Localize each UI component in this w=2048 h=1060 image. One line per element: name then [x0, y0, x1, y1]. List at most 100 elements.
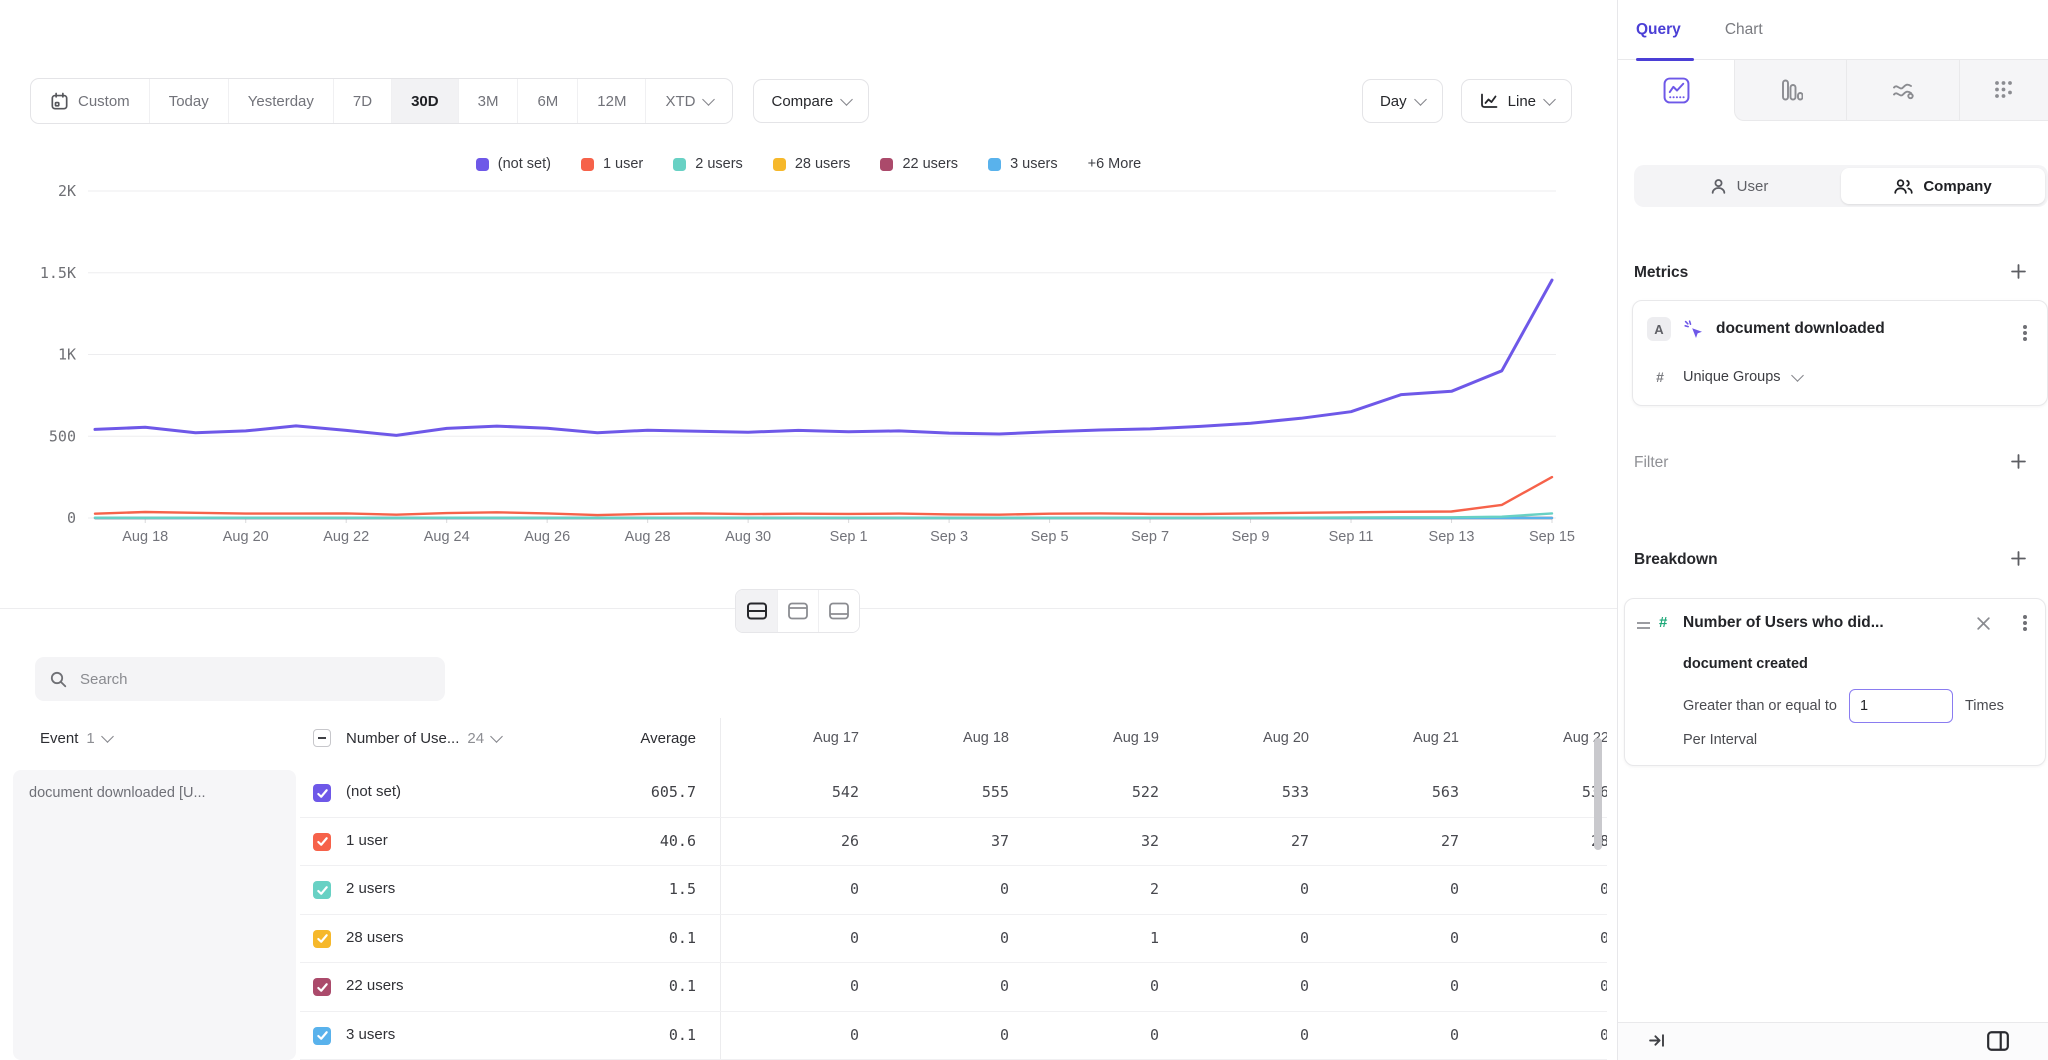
sidebar-tabs: Query Chart [1618, 0, 2048, 60]
legend-item[interactable]: 22 users [880, 156, 958, 172]
value-cell: 0 [1316, 880, 1466, 898]
row-checkbox[interactable] [313, 833, 331, 851]
svg-text:1K: 1K [58, 346, 76, 364]
breakdown-hash-icon: # [1659, 614, 1667, 631]
scatter-chart-type-button[interactable] [1959, 60, 2048, 121]
date-column-header[interactable]: Aug 21 [1316, 712, 1466, 769]
legend-label: 1 user [603, 156, 643, 172]
range-label: 6M [537, 93, 558, 110]
legend-color-chip [773, 158, 786, 171]
add-breakdown-button[interactable] [2009, 549, 2028, 571]
range-label: 12M [597, 93, 626, 110]
range-yesterday[interactable]: Yesterday [228, 79, 333, 123]
interval-label[interactable]: Per Interval [1683, 732, 1757, 748]
flow-chart-type-button[interactable] [1846, 60, 1959, 121]
remove-breakdown-button[interactable] [1974, 614, 1993, 636]
legend-item[interactable]: 28 users [773, 156, 851, 172]
range-12m[interactable]: 12M [577, 79, 645, 123]
value-cell: 0 [716, 1026, 866, 1044]
metric-measure-selector[interactable]: # Unique Groups [1649, 369, 1802, 385]
legend-more-button[interactable]: +6 More [1088, 156, 1142, 172]
svg-text:500: 500 [49, 427, 76, 445]
date-column-header[interactable]: Aug 18 [866, 712, 1016, 769]
row-checkbox[interactable] [313, 881, 331, 899]
row-checkbox[interactable] [313, 978, 331, 996]
user-icon [1710, 178, 1727, 195]
series-column-header[interactable]: Number of Use... 24 [346, 730, 501, 747]
range-custom[interactable]: Custom [31, 79, 149, 123]
range-today[interactable]: Today [149, 79, 228, 123]
legend-item[interactable]: (not set) [476, 156, 551, 172]
table-focus-view-button[interactable] [818, 590, 859, 632]
table-row: 2 users1.5002000 [300, 866, 1607, 915]
tab-query[interactable]: Query [1636, 21, 1681, 39]
split-view-button[interactable] [736, 590, 777, 632]
range-xtd[interactable]: XTD [645, 79, 732, 123]
metric-card-header: A document downloaded [1647, 317, 1885, 341]
series-line--not-set- [95, 280, 1552, 435]
legend-label: 28 users [795, 156, 851, 172]
average-value: 40.6 [605, 832, 696, 850]
chevron-down-icon [840, 93, 853, 106]
entity-option-user[interactable]: User [1637, 168, 1841, 204]
date-column-header[interactable]: Aug 20 [1166, 712, 1316, 769]
granularity-button[interactable]: Day [1362, 79, 1443, 123]
add-filter-button[interactable] [2009, 452, 2028, 474]
chart-type-selector [1618, 60, 2048, 121]
row-checkbox[interactable] [313, 784, 331, 802]
add-metric-button[interactable] [2009, 262, 2028, 284]
series-label: 22 users [346, 977, 404, 994]
drag-handle-icon[interactable] [1637, 622, 1650, 624]
select-all-checkbox[interactable] [313, 729, 331, 747]
tab-chart[interactable]: Chart [1725, 21, 1763, 39]
compare-button[interactable]: Compare [753, 79, 869, 123]
legend-item[interactable]: 2 users [673, 156, 743, 172]
svg-text:Sep 15: Sep 15 [1529, 529, 1575, 545]
range-7d[interactable]: 7D [333, 79, 391, 123]
chart-type-button[interactable]: Line [1461, 79, 1572, 123]
metric-menu-kebab-icon[interactable] [2023, 331, 2027, 335]
chart-focus-view-button[interactable] [777, 590, 818, 632]
table-header-row: Event 1 Number of Use... 24 Average Aug … [0, 712, 1607, 769]
series-label: 2 users [346, 880, 395, 897]
vertical-scrollbar[interactable] [1594, 738, 1602, 850]
row-checkbox[interactable] [313, 930, 331, 948]
metric-card[interactable]: A document downloaded # Unique Groups [1632, 300, 2048, 406]
svg-text:Sep 9: Sep 9 [1232, 529, 1270, 545]
table-row: (not set)605.7542555522533563536 [300, 769, 1607, 818]
range-30d[interactable]: 30D [391, 79, 458, 123]
svg-text:Sep 3: Sep 3 [930, 529, 968, 545]
legend-label: 22 users [902, 156, 958, 172]
value-cell: 0 [1166, 1026, 1316, 1044]
event-name-cell[interactable]: document downloaded [U... [13, 770, 296, 1060]
legend-item[interactable]: 3 users [988, 156, 1058, 172]
value-cell: 0 [1466, 880, 1607, 898]
value-cell: 28 [1466, 832, 1607, 850]
breakdown-event-name[interactable]: document created [1683, 656, 1808, 672]
value-cell: 0 [1466, 977, 1607, 995]
line-chart-type-button[interactable] [1618, 60, 1734, 121]
value-cell: 0 [866, 880, 1016, 898]
search-input[interactable] [78, 670, 402, 689]
average-column-header: Average [605, 730, 696, 747]
date-column-header[interactable]: Aug 19 [1016, 712, 1166, 769]
date-column-header[interactable]: Aug 22 [1466, 712, 1607, 769]
legend-item[interactable]: 1 user [581, 156, 643, 172]
condition-value-input[interactable] [1849, 689, 1953, 723]
line-chart[interactable]: 05001K1.5K2KAug 18Aug 20Aug 22Aug 24Aug … [0, 183, 1617, 555]
svg-text:Sep 11: Sep 11 [1329, 529, 1374, 545]
table-row: 1 user40.6263732272728 [300, 818, 1607, 867]
date-column-header[interactable]: Aug 17 [716, 712, 866, 769]
value-cell: 37 [866, 832, 1016, 850]
bar-chart-type-button[interactable] [1734, 60, 1846, 121]
entity-option-company[interactable]: Company [1841, 168, 2045, 204]
breakdown-menu-kebab-icon[interactable] [2023, 621, 2027, 625]
table-row: 28 users0.1001000 [300, 915, 1607, 964]
collapse-panel-icon[interactable] [1648, 1031, 1667, 1053]
row-checkbox[interactable] [313, 1027, 331, 1045]
event-column-header[interactable]: Event 1 [40, 730, 112, 747]
split-panel-icon[interactable] [1986, 1029, 2010, 1056]
legend-color-chip [581, 158, 594, 171]
range-6m[interactable]: 6M [517, 79, 577, 123]
range-3m[interactable]: 3M [458, 79, 518, 123]
